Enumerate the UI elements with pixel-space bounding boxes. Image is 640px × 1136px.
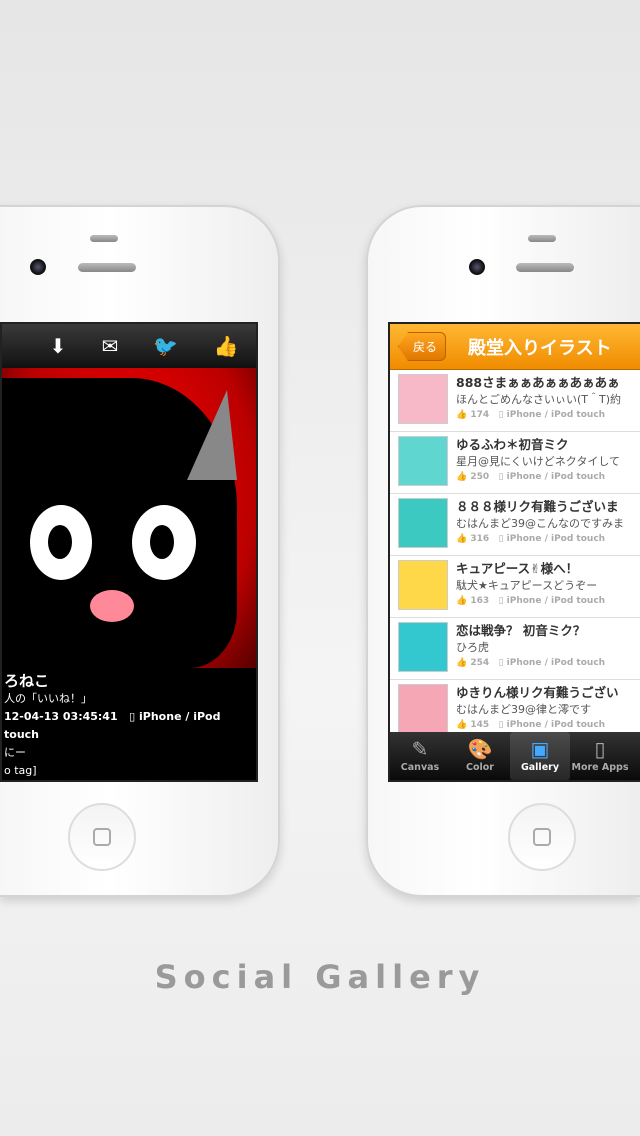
like-icon: 👍: [456, 720, 468, 730]
comment: にー: [4, 746, 26, 759]
right-phone: 戻る 殿堂入りイラスト 888さまぁぁあぁぁあぁあぁ ほんとごめんなさいぃい(T…: [366, 205, 640, 897]
like-icon[interactable]: 👍: [213, 334, 238, 358]
tab-more-apps[interactable]: ▯ More Apps: [570, 732, 630, 780]
page-title: 殿堂入りイラスト: [468, 337, 612, 359]
canvas-icon: ✎: [411, 737, 429, 761]
tab-color[interactable]: 🎨 Color: [450, 732, 510, 780]
device-icon: ▯: [129, 710, 136, 723]
camera: [469, 259, 485, 275]
item-meta: 👍 316 ▯ iPhone / iPod touch: [456, 534, 606, 544]
item-meta: 👍 250 ▯ iPhone / iPod touch: [456, 472, 606, 482]
home-button[interactable]: [508, 803, 576, 871]
speaker: [528, 235, 556, 242]
artwork-title: ろねこ: [4, 672, 50, 690]
speaker: [516, 263, 574, 272]
gallery-icon: ▣: [530, 737, 550, 761]
item-meta: 👍 145 ▯ iPhone / iPod touch: [456, 720, 606, 730]
item-title: キュアピース✌様へ！: [456, 561, 579, 576]
artwork-black-cat: [2, 368, 256, 668]
save-to-folder-icon[interactable]: ⬇: [50, 334, 67, 358]
device-icon: ▯: [498, 658, 504, 668]
item-title: ８８８様リク有難うございま: [456, 499, 619, 514]
like-icon: 👍: [456, 472, 468, 482]
item-title: ゆるふわ＊初音ミク: [456, 437, 569, 452]
item-subtitle: むはんまど39@こんなのですみま: [456, 517, 624, 530]
item-subtitle: 星月@見にくいけどネクタイして: [456, 455, 621, 468]
thumbnail: [398, 622, 448, 672]
item-meta: 👍 254 ▯ iPhone / iPod touch: [456, 658, 606, 668]
right-screen: 戻る 殿堂入りイラスト 888さまぁぁあぁぁあぁあぁ ほんとごめんなさいぃい(T…: [388, 322, 640, 782]
list-item[interactable]: ゆるふわ＊初音ミク 星月@見にくいけどネクタイして 👍 250 ▯ iPhone…: [390, 432, 640, 494]
thumbnail: [398, 560, 448, 610]
item-meta: 👍 174 ▯ iPhone / iPod touch: [456, 410, 606, 420]
gallery-list[interactable]: 888さまぁぁあぁぁあぁあぁ ほんとごめんなさいぃい(T＾T)約 👍 174 ▯…: [390, 370, 640, 742]
item-title: 888さまぁぁあぁぁあぁあぁ: [456, 375, 620, 390]
device-icon: ▯: [498, 534, 504, 544]
item-meta: 👍 163 ▯ iPhone / iPod touch: [456, 596, 606, 606]
toolbar: ⬇ ✉ 🐦 👍: [2, 324, 256, 368]
tab-canvas[interactable]: ✎ Canvas: [390, 732, 450, 780]
left-screen: ⬇ ✉ 🐦 👍 ろねこ 人の「いいね！」 12-04-13 03:45:41 ▯…: [0, 322, 258, 782]
item-title: ゆきりん様リク有難うござい: [456, 685, 619, 700]
list-item[interactable]: 888さまぁぁあぁぁあぁあぁ ほんとごめんなさいぃい(T＾T)約 👍 174 ▯…: [390, 370, 640, 432]
meta: 12-04-13 03:45:41 ▯ iPhone / iPod touch: [4, 710, 221, 741]
item-subtitle: 駄犬★キュアピースどうぞー: [456, 579, 598, 592]
phone-icon: ▯: [594, 737, 606, 761]
item-subtitle: ほんとごめんなさいぃい(T＾T)約: [456, 393, 622, 406]
back-button[interactable]: 戻る: [398, 332, 447, 361]
thumbnail: [398, 684, 448, 734]
device-icon: ▯: [498, 472, 504, 482]
thumbnail: [398, 374, 448, 424]
item-subtitle: むはんまど39@律と澪です: [456, 703, 591, 716]
item-title: 恋は戦争？ 初音ミク？: [456, 623, 586, 638]
item-subtitle: ひろ虎: [456, 641, 489, 654]
list-item[interactable]: キュアピース✌様へ！ 駄犬★キュアピースどうぞー 👍 163 ▯ iPhone …: [390, 556, 640, 618]
thumbnail: [398, 436, 448, 486]
home-button[interactable]: [68, 803, 136, 871]
list-item[interactable]: 恋は戦争？ 初音ミク？ ひろ虎 👍 254 ▯ iPhone / iPod to…: [390, 618, 640, 680]
artwork-info: ろねこ 人の「いいね！」 12-04-13 03:45:41 ▯ iPhone …: [2, 668, 256, 780]
tab-gallery[interactable]: ▣ Gallery: [510, 732, 570, 780]
nav-bar: 戻る 殿堂入りイラスト: [390, 324, 640, 370]
like-icon: 👍: [456, 410, 468, 420]
like-icon: 👍: [456, 596, 468, 606]
like-icon: 👍: [456, 534, 468, 544]
likes-text: 人の「いいね！」: [4, 692, 92, 705]
device-icon: ▯: [498, 596, 504, 606]
tags: o tag]: [4, 764, 37, 777]
like-icon: 👍: [456, 658, 468, 668]
palette-icon: 🎨: [467, 737, 493, 761]
thumbnail: [398, 498, 448, 548]
speaker: [78, 263, 136, 272]
speaker: [90, 235, 118, 242]
device-icon: ▯: [498, 720, 504, 730]
list-item[interactable]: ８８８様リク有難うございま むはんまど39@こんなのですみま 👍 316 ▯ i…: [390, 494, 640, 556]
twitter-icon[interactable]: 🐦: [153, 334, 178, 358]
caption: Social Gallery: [154, 958, 486, 996]
tab-bar: ✎ Canvas 🎨 Color ▣ Gallery ▯ More Apps: [390, 732, 640, 780]
mail-icon[interactable]: ✉: [102, 334, 119, 358]
device-icon: ▯: [498, 410, 504, 420]
camera: [30, 259, 46, 275]
left-phone: ⬇ ✉ 🐦 👍 ろねこ 人の「いいね！」 12-04-13 03:45:41 ▯…: [0, 205, 280, 897]
